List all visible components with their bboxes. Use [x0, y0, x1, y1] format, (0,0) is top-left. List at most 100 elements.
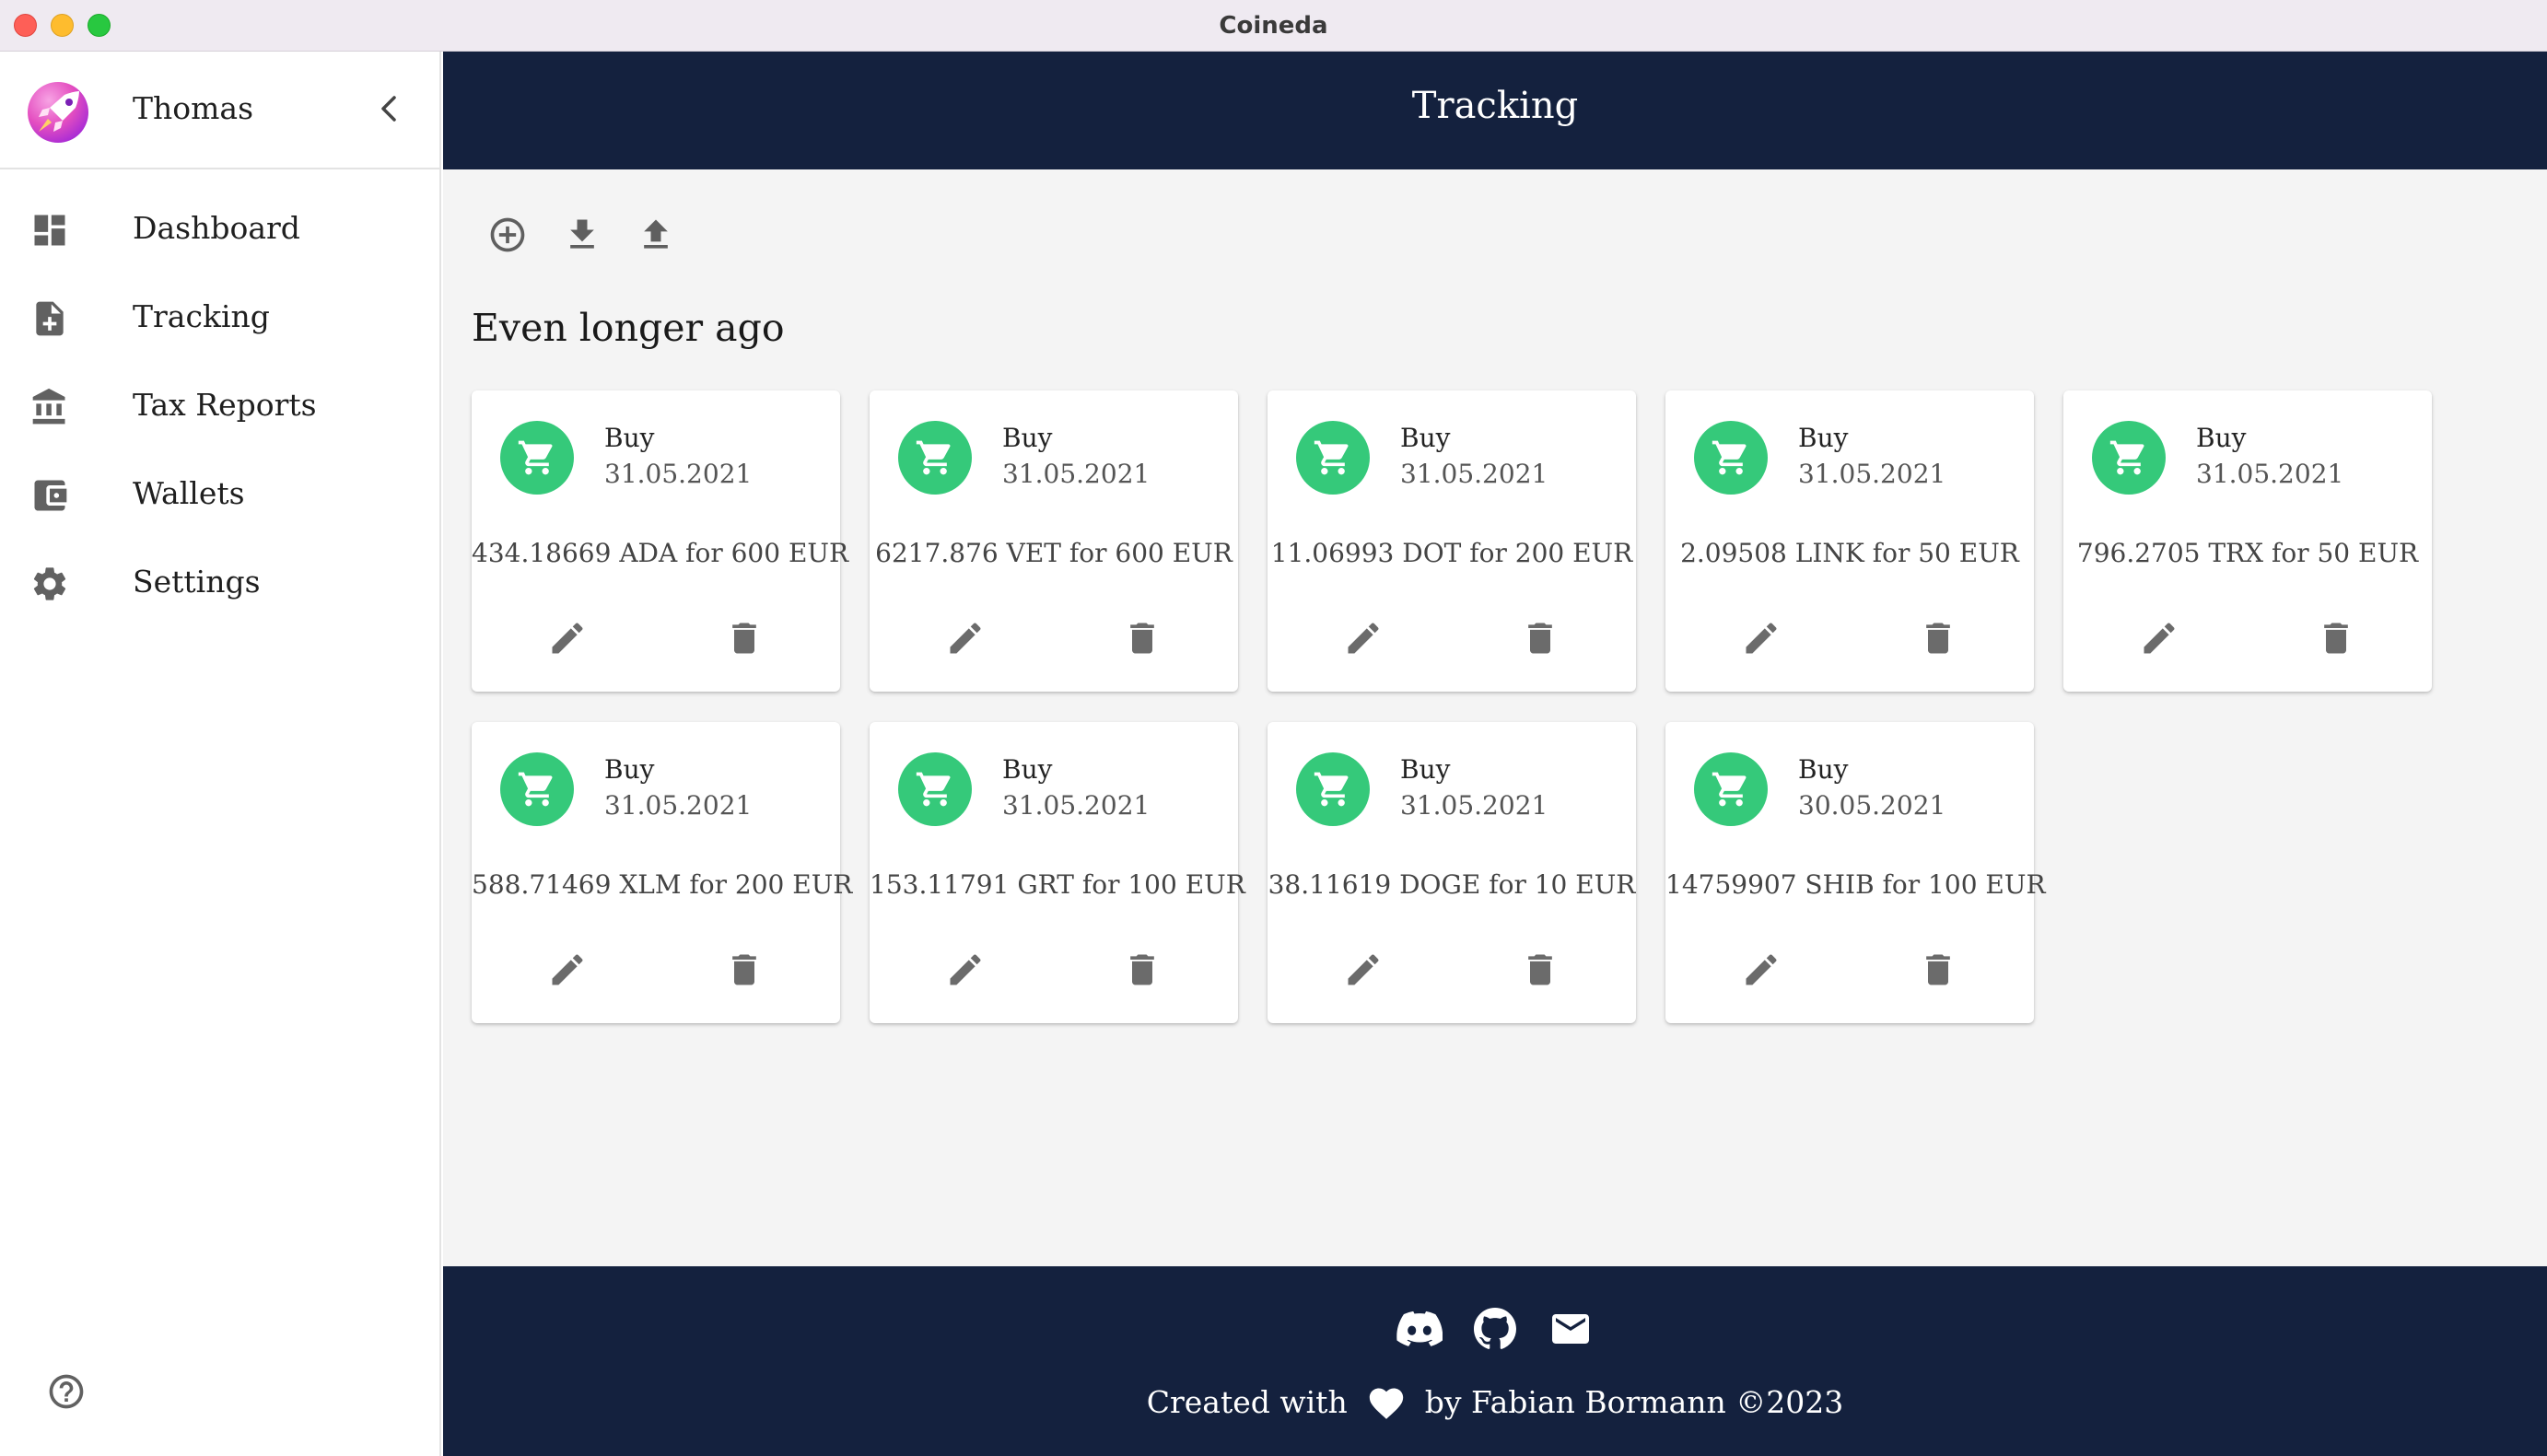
- shopping-cart-icon: [916, 440, 951, 475]
- transaction-card[interactable]: Buy 31.05.2021 2.09508 LINK for 50 EUR: [1665, 390, 2034, 692]
- sidebar-item-label: Wallets: [133, 475, 245, 511]
- shopping-cart-icon: [1314, 440, 1349, 475]
- page-title: Tracking: [1411, 85, 1579, 127]
- buy-badge: [1694, 752, 1768, 826]
- window-title: Coineda: [1219, 12, 1328, 40]
- shopping-cart-icon: [1712, 440, 1747, 475]
- delete-icon[interactable]: [1122, 949, 1163, 990]
- edit-icon[interactable]: [547, 618, 588, 658]
- transaction-type: Buy: [1798, 423, 1849, 453]
- transaction-description: 588.71469 XLM for 200 EUR: [472, 869, 853, 900]
- delete-icon[interactable]: [1520, 949, 1560, 990]
- transaction-type: Buy: [2196, 423, 2247, 453]
- edit-icon[interactable]: [1343, 618, 1384, 658]
- transaction-date: 31.05.2021: [604, 790, 753, 821]
- github-link[interactable]: [1471, 1305, 1519, 1353]
- sidebar: Thomas Dashboard Tracking Tax Reports Wa…: [0, 52, 441, 1456]
- footer-credit: Created with by Fabian Bormann ©2023: [443, 1383, 2547, 1420]
- edit-icon[interactable]: [2139, 618, 2179, 658]
- export-button[interactable]: [633, 212, 679, 258]
- transaction-date: 31.05.2021: [1400, 459, 1548, 489]
- footer: Created with by Fabian Bormann ©2023: [443, 1266, 2547, 1456]
- shopping-cart-icon: [2109, 440, 2144, 475]
- delete-icon[interactable]: [1918, 949, 1958, 990]
- transaction-type: Buy: [1798, 754, 1849, 785]
- edit-icon[interactable]: [945, 618, 986, 658]
- transaction-date: 30.05.2021: [1798, 790, 1946, 821]
- add-transaction-button[interactable]: [485, 212, 531, 258]
- transaction-card[interactable]: Buy 31.05.2021 796.2705 TRX for 50 EUR: [2063, 390, 2432, 692]
- delete-icon[interactable]: [1520, 618, 1560, 658]
- note-add-icon: [36, 301, 64, 336]
- discord-link[interactable]: [1396, 1305, 1443, 1353]
- transaction-type: Buy: [604, 423, 655, 453]
- shopping-cart-icon: [518, 440, 553, 475]
- transaction-date: 31.05.2021: [604, 459, 753, 489]
- dashboard-icon: [34, 215, 65, 246]
- credit-suffix: by Fabian Bormann ©2023: [1424, 1383, 1844, 1420]
- transaction-card[interactable]: Buy 30.05.2021 14759907 SHIB for 100 EUR: [1665, 722, 2046, 1023]
- sidebar-item-wallets[interactable]: Wallets: [0, 451, 439, 540]
- delete-icon[interactable]: [2316, 618, 2356, 658]
- footer-links: [443, 1305, 2547, 1353]
- transaction-description: 153.11791 GRT for 100 EUR: [870, 869, 1245, 900]
- section-title: Even longer ago: [472, 306, 785, 350]
- transaction-card[interactable]: Buy 31.05.2021 434.18669 ADA for 600 EUR: [472, 390, 849, 692]
- transaction-date: 31.05.2021: [1400, 790, 1548, 821]
- buy-badge: [1296, 752, 1370, 826]
- download-icon: [570, 219, 594, 249]
- delete-icon[interactable]: [724, 949, 765, 990]
- sidebar-item-label: Tracking: [133, 298, 270, 334]
- transaction-card[interactable]: Buy 31.05.2021 588.71469 XLM for 200 EUR: [472, 722, 853, 1023]
- delete-icon[interactable]: [1122, 618, 1163, 658]
- heart-icon: [1369, 1388, 1403, 1419]
- transaction-card[interactable]: Buy 31.05.2021 38.11619 DOGE for 10 EUR: [1268, 722, 1636, 1023]
- edit-icon[interactable]: [547, 949, 588, 990]
- transaction-card[interactable]: Buy 31.05.2021 153.11791 GRT for 100 EUR: [870, 722, 1245, 1023]
- shopping-cart-icon: [1712, 772, 1747, 807]
- buy-badge: [2092, 421, 2166, 495]
- transaction-description: 6217.876 VET for 600 EUR: [875, 538, 1233, 568]
- sidebar-item-dashboard[interactable]: Dashboard: [0, 186, 439, 274]
- transaction-description: 434.18669 ADA for 600 EUR: [472, 538, 849, 568]
- main-content: Even longer ago Buy 31.05.2021 434.18669 A…: [443, 169, 2547, 1266]
- sidebar-item-settings[interactable]: Settings: [0, 540, 439, 628]
- bank-icon: [32, 388, 65, 425]
- gear-icon: [33, 567, 66, 600]
- collapse-sidebar-button[interactable]: [370, 90, 407, 127]
- mail-icon: [1552, 1314, 1589, 1344]
- transaction-type: Buy: [1002, 754, 1053, 785]
- sidebar-item-label: Dashboard: [133, 210, 300, 246]
- edit-icon[interactable]: [1343, 949, 1384, 990]
- edit-icon[interactable]: [1741, 949, 1782, 990]
- transaction-description: 2.09508 LINK for 50 EUR: [1680, 538, 2019, 568]
- edit-icon[interactable]: [945, 949, 986, 990]
- help-icon[interactable]: [46, 1371, 87, 1412]
- buy-badge: [898, 421, 972, 495]
- sidebar-item-tax-reports[interactable]: Tax Reports: [0, 363, 439, 451]
- window-titlebar: Coineda: [0, 0, 2547, 52]
- transaction-type: Buy: [1400, 423, 1451, 453]
- delete-icon[interactable]: [1918, 618, 1958, 658]
- rocket-icon: [39, 91, 79, 132]
- transaction-type: Buy: [1400, 754, 1451, 785]
- shopping-cart-icon: [1314, 772, 1349, 807]
- user-name: Thomas: [133, 90, 254, 126]
- transaction-card[interactable]: Buy 31.05.2021 6217.876 VET for 600 EUR: [870, 390, 1238, 692]
- sidebar-item-tracking[interactable]: Tracking: [0, 274, 439, 363]
- transaction-date: 31.05.2021: [1798, 459, 1946, 489]
- delete-icon[interactable]: [724, 618, 765, 658]
- discord-icon: [1396, 1310, 1443, 1346]
- edit-icon[interactable]: [1741, 618, 1782, 658]
- add-circle-icon: [490, 217, 525, 252]
- transaction-description: 11.06993 DOT for 200 EUR: [1270, 538, 1633, 568]
- transaction-card[interactable]: Buy 31.05.2021 11.06993 DOT for 200 EUR: [1268, 390, 1636, 692]
- buy-badge: [500, 421, 574, 495]
- avatar[interactable]: [28, 82, 88, 143]
- mail-link[interactable]: [1547, 1305, 1595, 1353]
- sidebar-header: Thomas: [0, 52, 439, 169]
- import-button[interactable]: [559, 212, 605, 258]
- github-icon: [1474, 1308, 1516, 1349]
- sidebar-item-label: Settings: [133, 564, 261, 600]
- transaction-description: 14759907 SHIB for 100 EUR: [1665, 869, 2046, 900]
